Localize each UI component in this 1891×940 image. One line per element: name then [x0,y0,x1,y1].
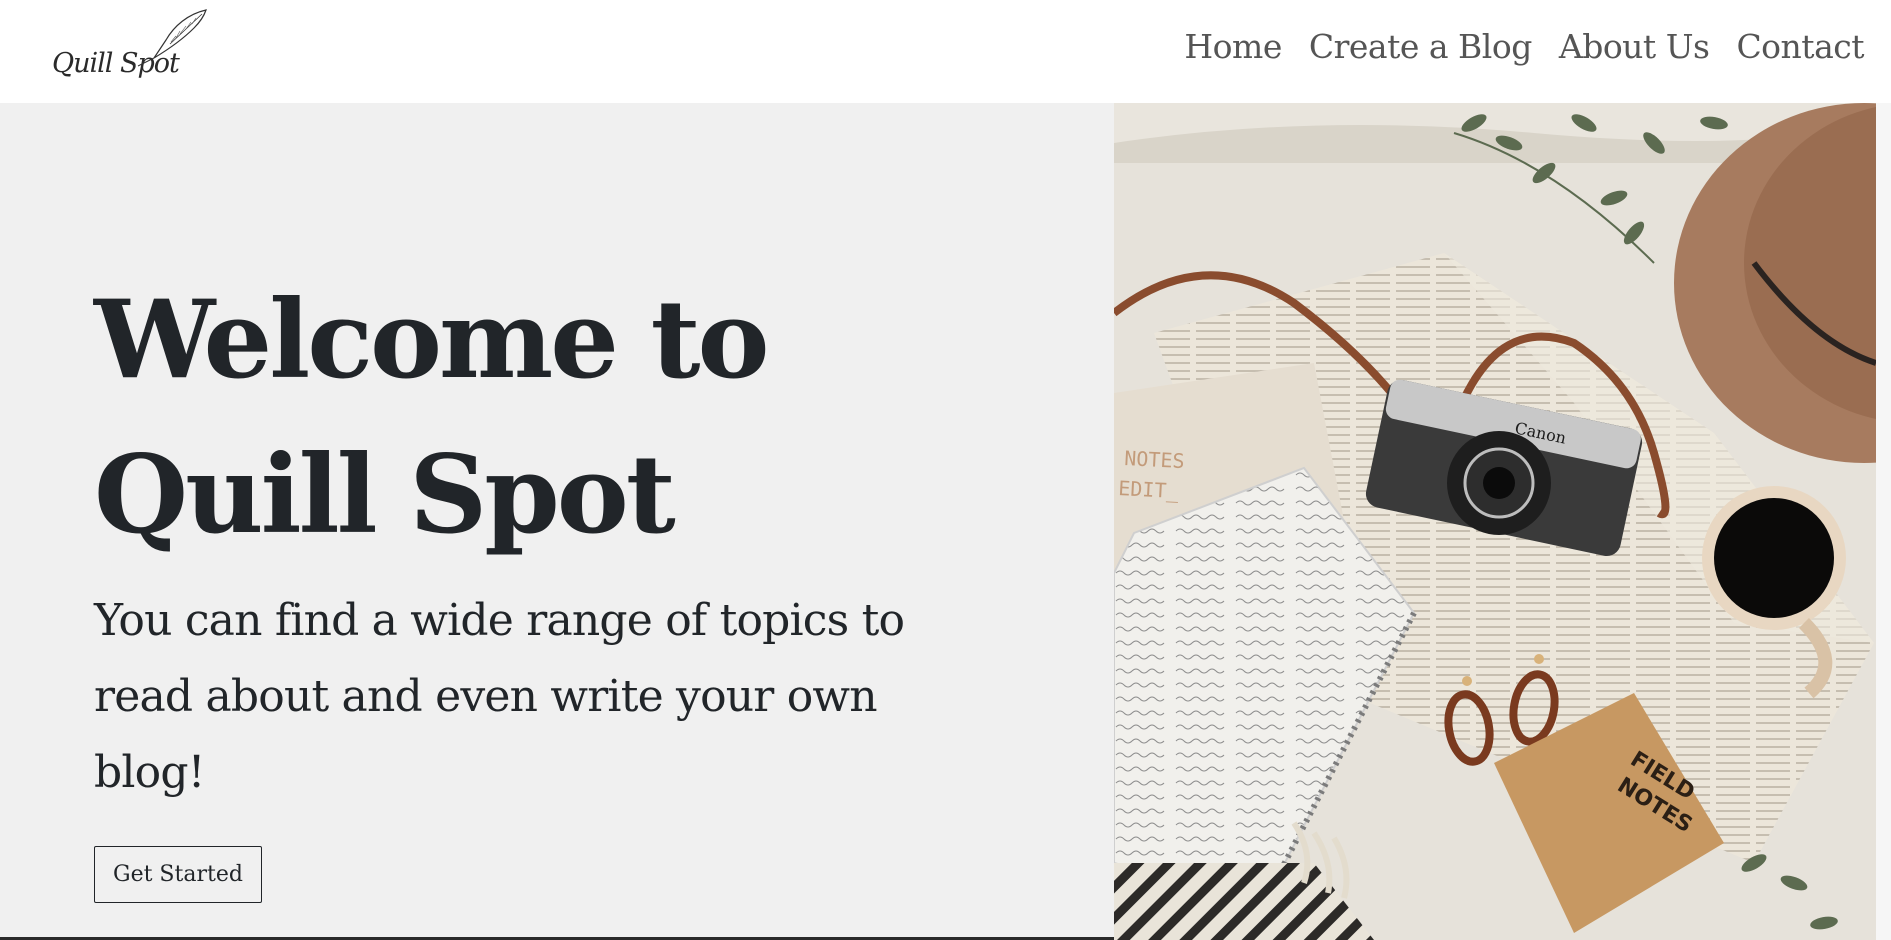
get-started-button[interactable]: Get Started [94,846,262,903]
nav-contact[interactable]: Contact [1736,27,1864,66]
hero-section: Welcome to Quill Spot You can find a wide… [0,103,1114,940]
notes-label-line1: NOTES [1124,446,1185,473]
hero-image: NOTES EDIT_ Canon FIELD NOTES [1114,103,1876,940]
hero-title-line1: Welcome to [94,277,770,403]
quill-icon [137,9,207,67]
hero-title-line2: Quill Spot [94,432,676,558]
hero-subtitle: You can find a wide range of topics to r… [94,595,905,798]
nav-create-blog[interactable]: Create a Blog [1309,27,1532,66]
notes-label-line2: EDIT_ [1118,476,1180,503]
page-edge-strip [1876,103,1891,940]
hero-title: Welcome to Quill Spot [94,263,994,573]
nav-about-us[interactable]: About Us [1559,27,1710,66]
site-header: Quill Spot Home Create a Blog About Us C… [0,0,1891,103]
flatlay-photo: NOTES EDIT_ Canon FIELD NOTES [1114,103,1876,940]
site-logo[interactable]: Quill Spot [48,8,208,93]
nav-home[interactable]: Home [1184,27,1282,66]
main-nav: Home Create a Blog About Us Contact [1184,27,1864,66]
